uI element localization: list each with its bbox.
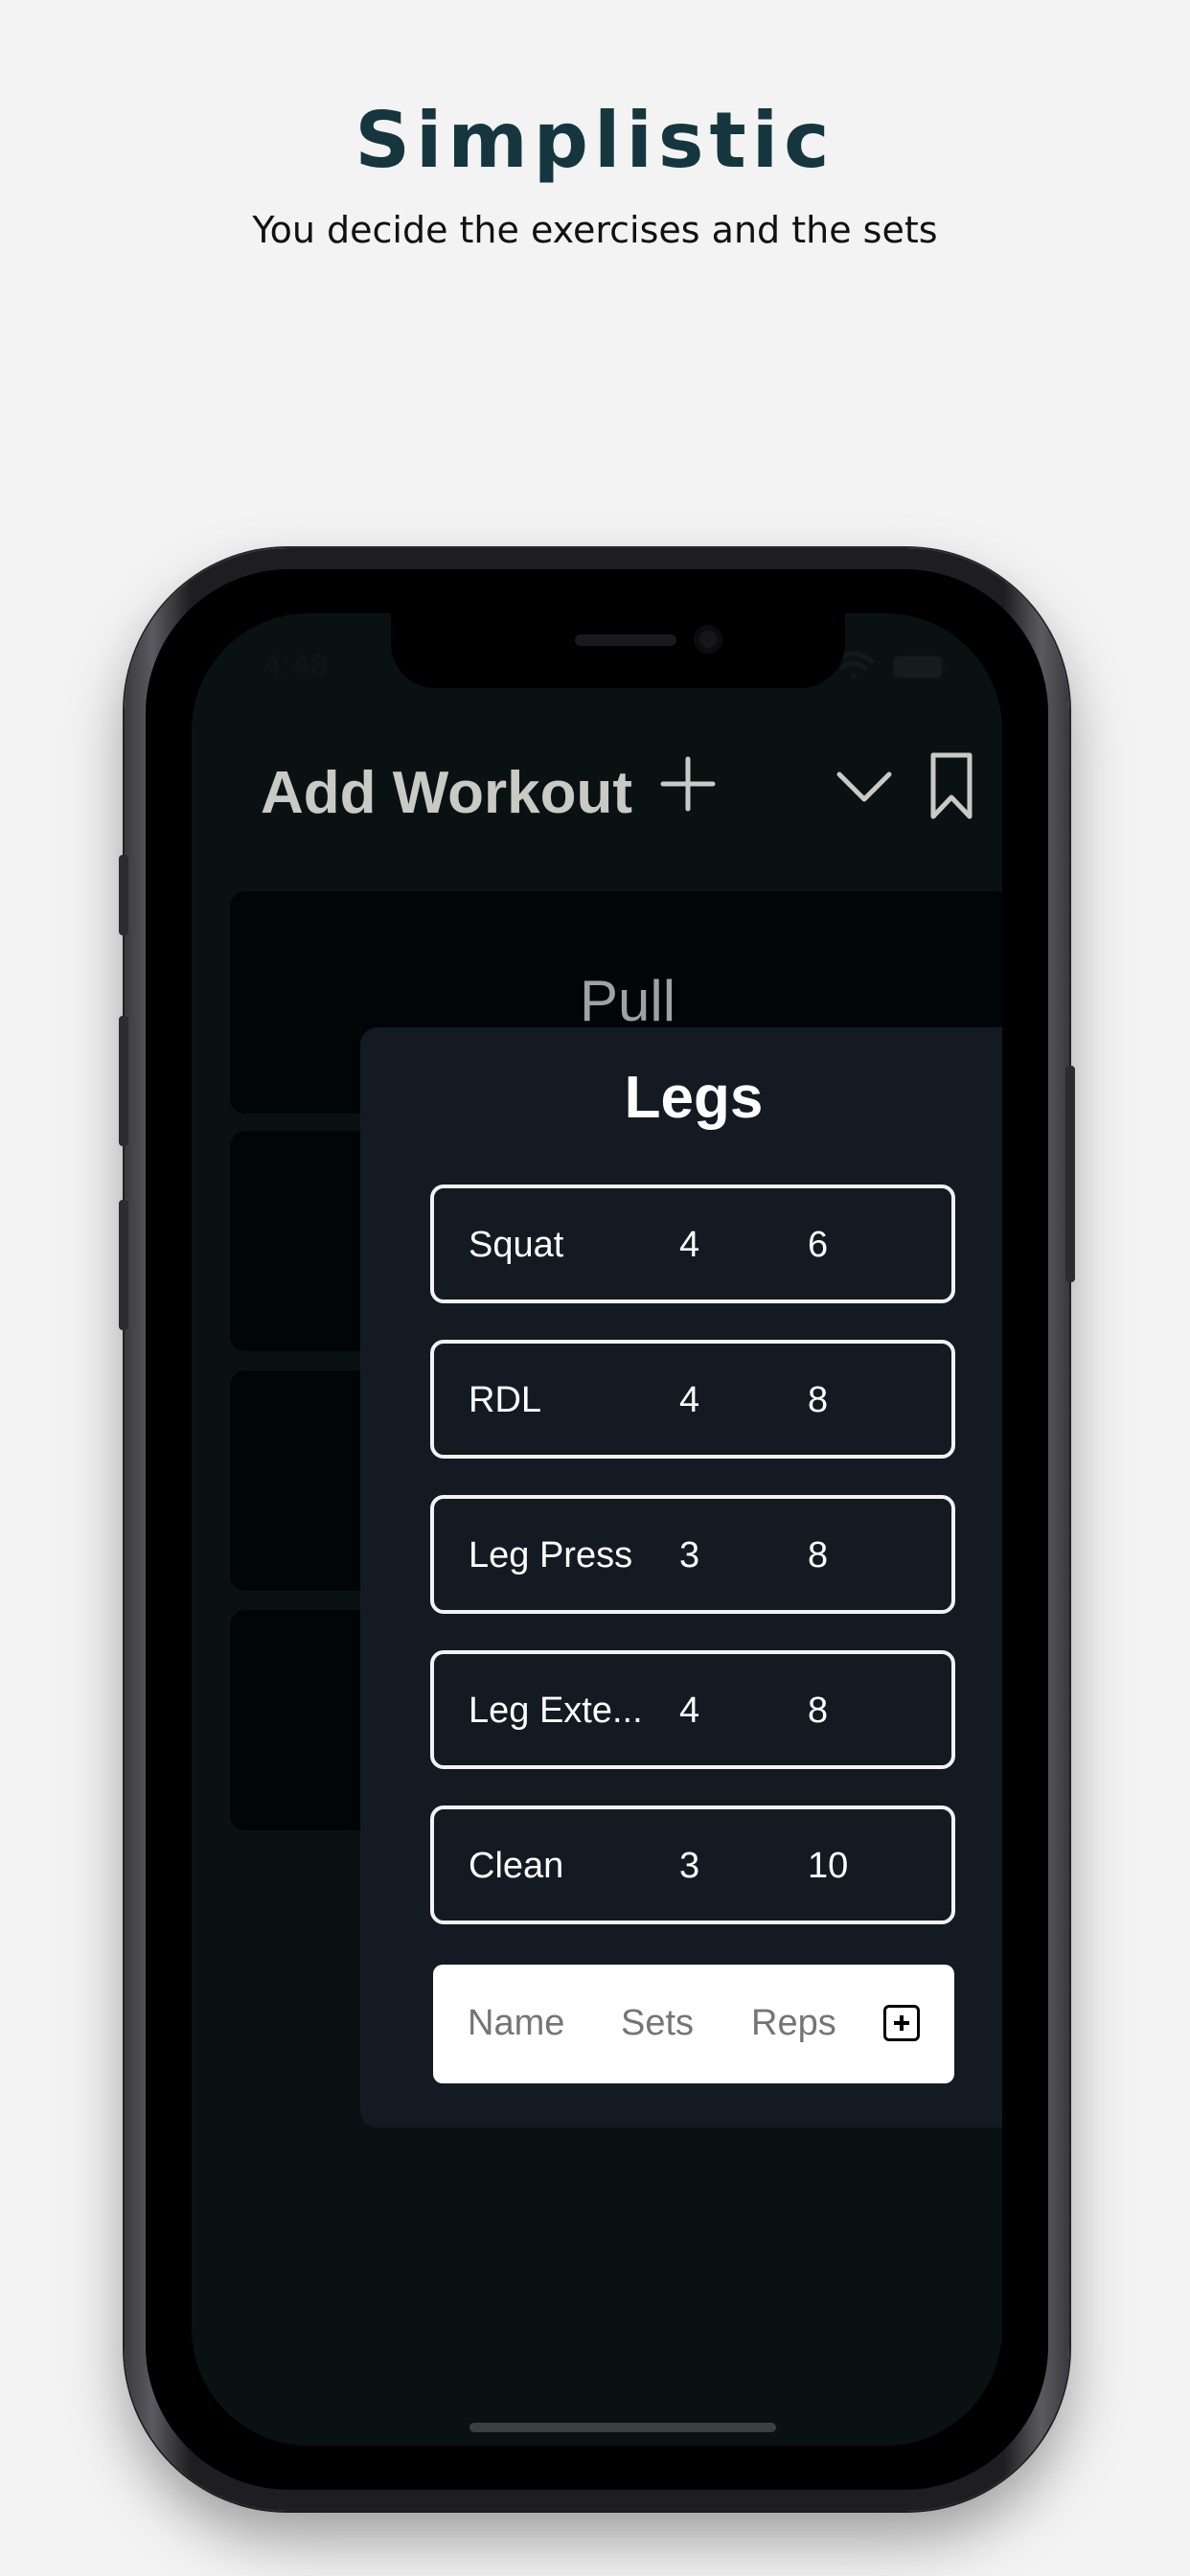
exercise-name: Leg Exte... (469, 1690, 643, 1731)
phone-frame: 4:48 Add Workout Pull Legs Squat 4 6 RDL… (119, 548, 1075, 2511)
exercise-sets-input[interactable] (621, 2003, 707, 2044)
exercise-name: Clean (469, 1846, 564, 1886)
exercise-name: RDL (469, 1380, 542, 1420)
exercise-row[interactable]: RDL 4 8 (430, 1340, 955, 1459)
exercise-reps: 10 (808, 1846, 849, 1886)
exercise-reps: 6 (808, 1225, 829, 1265)
promo-headline: Simplistic (355, 96, 835, 185)
modal-title: Legs (624, 1065, 764, 1131)
plus-icon[interactable] (659, 755, 717, 813)
exercise-sets: 3 (679, 1846, 700, 1886)
camera-icon (694, 625, 722, 654)
volume-down-button (119, 1200, 128, 1330)
page-title: Add Workout (261, 760, 633, 826)
exercise-sets: 3 (679, 1535, 700, 1576)
exercise-reps: 8 (808, 1535, 829, 1576)
exercise-name: Leg Press (469, 1535, 633, 1576)
power-button (1065, 1066, 1075, 1282)
notch (391, 613, 845, 688)
workout-detail-modal: Legs Squat 4 6 RDL 4 8 Leg Press 3 8 Leg… (360, 1027, 1002, 2128)
battery-icon (892, 655, 949, 679)
add-exercise-form (433, 1965, 954, 2083)
exercise-reps-input[interactable] (751, 2003, 847, 2044)
plus-square-icon[interactable] (883, 2005, 920, 2041)
home-indicator[interactable] (469, 2423, 776, 2432)
volume-up-button (119, 1016, 128, 1146)
bookmark-icon[interactable] (927, 751, 975, 820)
promo-subline: You decide the exercises and the sets (252, 209, 938, 251)
exercise-row[interactable]: Leg Exte... 4 8 (430, 1650, 955, 1769)
exercise-name-input[interactable] (468, 2003, 583, 2044)
exercise-row[interactable]: Leg Press 3 8 (430, 1495, 955, 1614)
phone-bezel: 4:48 Add Workout Pull Legs Squat 4 6 RDL… (146, 569, 1048, 2490)
exercise-sets: 4 (679, 1225, 700, 1265)
status-time: 4:48 (263, 648, 329, 684)
exercise-row[interactable]: Squat 4 6 (430, 1184, 955, 1303)
exercise-name: Squat (469, 1225, 564, 1265)
silent-switch (119, 855, 128, 935)
speaker-grille (575, 634, 676, 646)
workout-card-title: Pull (579, 969, 676, 1033)
chevron-down-icon[interactable] (835, 767, 893, 809)
exercise-row[interactable]: Clean 3 10 (430, 1806, 955, 1924)
exercise-sets: 4 (679, 1380, 700, 1420)
exercise-sets: 4 (679, 1690, 700, 1731)
exercise-reps: 8 (808, 1380, 829, 1420)
phone-screen: 4:48 Add Workout Pull Legs Squat 4 6 RDL… (192, 613, 1002, 2446)
exercise-reps: 8 (808, 1690, 829, 1731)
